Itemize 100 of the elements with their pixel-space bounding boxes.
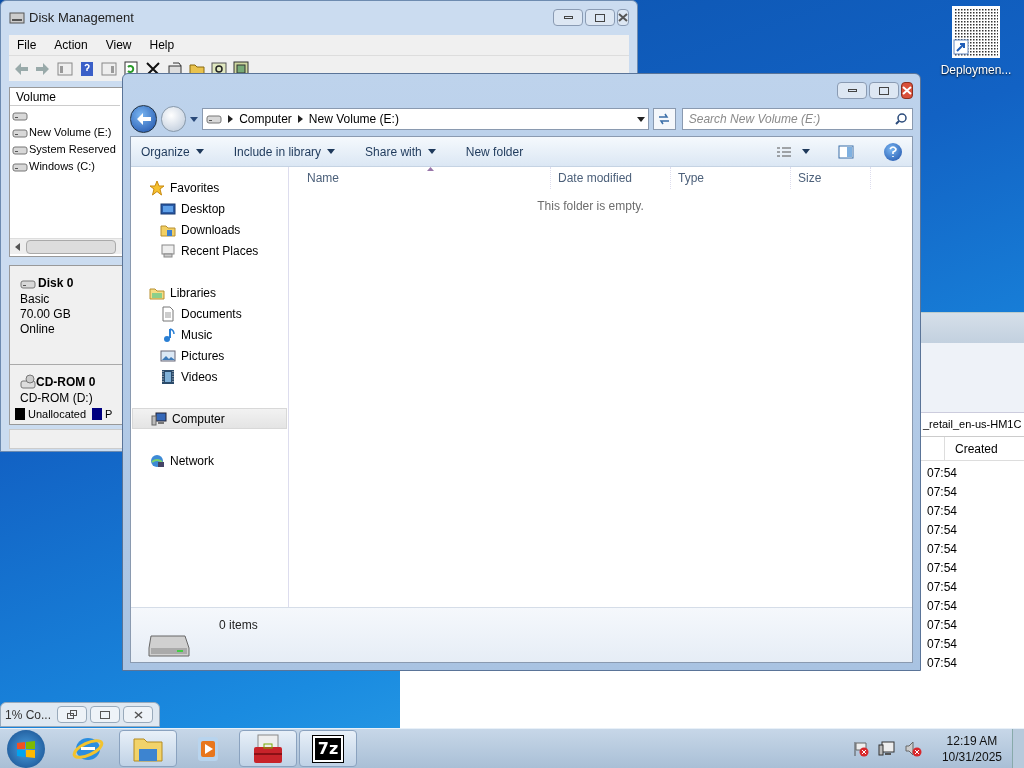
question-mark-icon [889,146,897,157]
legend-label: Unallocated [28,406,87,422]
disk-info: CD-ROM (D:) [20,390,93,406]
nav-item[interactable]: Libraries [131,282,288,303]
table-cell-text: 07:54 [927,598,959,615]
maximize-button[interactable] [585,9,615,26]
scroll-thumb[interactable] [26,239,116,254]
caret-icon [802,149,810,154]
nav-item[interactable]: Pictures [131,345,288,366]
cd-drive-icon [20,373,36,390]
close-button[interactable] [123,706,154,723]
refresh-icon [657,113,672,125]
nav-item[interactable]: Desktop [131,198,288,219]
nav-item[interactable]: Documents [131,303,288,324]
disk-info: Basic [20,292,50,307]
close-icon [618,13,628,22]
star-icon [149,179,165,196]
nav-item[interactable]: Downloads [131,219,288,240]
close-button[interactable] [901,82,913,99]
menu-item[interactable]: File [17,36,37,54]
table-cell-text: 07:54 [927,465,959,482]
toolbar-button[interactable]: Share with [365,142,436,161]
back-button[interactable] [130,105,158,133]
minimize-button[interactable] [837,82,867,99]
monitor-icon [160,200,176,217]
caret-icon [190,116,199,122]
toolbar-button[interactable]: Include in library [233,142,336,161]
network-icon [877,740,896,757]
network-icon [149,452,165,469]
table-cell-text: 07:54 [927,522,959,539]
breadcrumb[interactable]: Computer [239,110,292,128]
help-button[interactable] [884,142,902,161]
details-view-icon [776,145,792,158]
legend-label: P [105,406,113,422]
disk-name: Disk 0 [38,275,74,292]
speaker-muted-icon [903,740,922,757]
toolbar-button[interactable]: Organize [141,142,204,161]
breadcrumb[interactable]: New Volume (E:) [308,110,399,128]
nav-item[interactable]: Computer [132,408,287,429]
column-header[interactable]: Date modified [551,167,671,189]
help-icon [79,60,95,77]
caret-icon [195,149,204,154]
arrow-left-icon [15,242,21,251]
empty-folder-message: This folder is empty. [537,198,644,215]
refresh-button[interactable] [652,108,676,130]
maximize-icon [595,13,605,22]
windows-logo-icon [16,739,36,758]
minimize-icon [563,16,573,19]
recent-pages-button[interactable] [190,114,199,124]
taskbar-button[interactable]: 7z [299,730,357,767]
menu-item[interactable]: Action [54,36,88,54]
column-header[interactable]: Type [671,167,791,189]
desktop-icon-label[interactable]: Deploymen... [940,61,1012,79]
nav-item[interactable]: Recent Places [131,240,288,261]
table-cell-text: 07:54 [927,655,959,672]
dropdown-icon [636,116,645,122]
disk-info: 70.00 GB [20,307,71,322]
window-title: 1% Co... [5,706,52,724]
maximize-button[interactable] [90,706,121,723]
restore-icon [67,710,78,719]
column-header[interactable]: Volume [10,88,120,106]
recent-places-icon [160,242,176,259]
nav-item[interactable]: Music [131,324,288,345]
console-tree-icon [57,60,73,77]
column-header[interactable]: Created [944,437,1024,460]
volume-name[interactable]: New Volume (E:) [29,124,112,141]
view-options-button[interactable] [776,145,810,158]
restore-button[interactable] [57,706,88,723]
taskbar-button[interactable] [239,730,297,767]
refresh-icon [123,60,139,77]
toolbar-button[interactable]: New folder [465,142,524,161]
address-bar[interactable]: Computer New Volume (E:) [202,108,649,130]
table-cell-text: 07:54 [927,617,959,634]
action-pane-icon [101,60,117,77]
close-button[interactable] [617,9,629,26]
caret-icon [427,149,436,154]
chevron-right-icon [228,115,234,123]
back-arrow-icon [135,112,152,126]
table-cell-text: 07:54 [927,541,959,558]
maximize-button[interactable] [869,82,899,99]
nav-item[interactable]: Favorites [131,177,288,198]
preview-pane-icon [838,144,854,159]
clock[interactable]: 12:19 AM 10/31/2025 [941,732,1002,765]
nav-item[interactable]: Network [131,450,288,471]
disk-management-icon [9,10,25,26]
table-cell-text: 07:54 [927,503,959,520]
menu-item[interactable]: Help [149,36,175,54]
window-title: Disk Management [29,9,135,28]
minimize-button[interactable] [553,9,583,26]
table-cell-text: 07:54 [927,560,959,577]
computer-icon [151,410,167,427]
disk-name: CD-ROM 0 [36,373,96,391]
table-cell-text: 07:54 [927,484,959,501]
search-field[interactable]: Search New Volume (E:) [681,108,913,130]
menu-item[interactable]: View [105,36,132,54]
volume-name[interactable]: Windows (C:) [29,158,95,175]
nav-item[interactable]: Videos [131,366,288,387]
column-header[interactable]: Size [791,167,871,189]
volume-name[interactable]: System Reserved [29,141,116,158]
start-button[interactable] [7,729,45,768]
